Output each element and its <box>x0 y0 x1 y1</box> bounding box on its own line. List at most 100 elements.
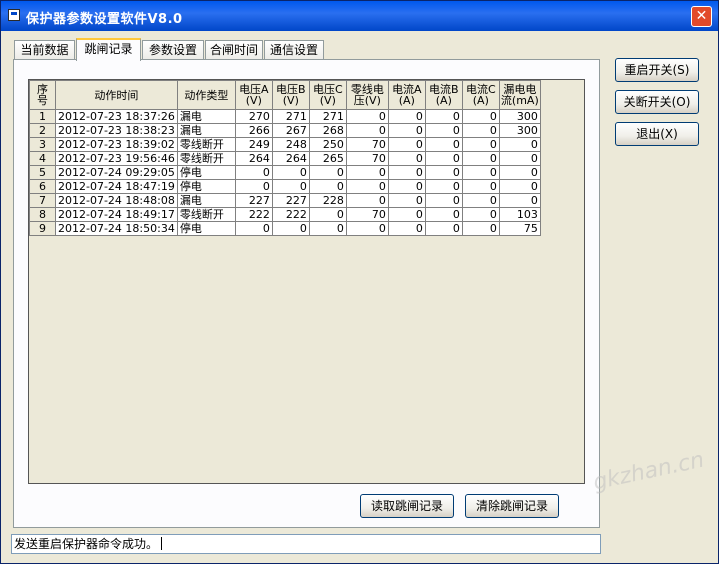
action-type-cell[interactable]: 零线断开 <box>176 137 236 152</box>
table-row[interactable]: 5 2012-07-24 09:29:05 停电 0 0 0 0 0 0 0 0 <box>29 165 541 180</box>
value-cell[interactable]: 0 <box>234 221 273 236</box>
value-cell[interactable]: 0 <box>424 151 463 166</box>
title-bar[interactable]: 保护器参数设置软件V8.0 ✕ <box>1 1 718 31</box>
value-cell[interactable]: 0 <box>387 151 426 166</box>
action-time-cell[interactable]: 2012-07-23 18:37:26 <box>55 109 178 124</box>
table-row[interactable]: 8 2012-07-24 18:49:17 零线断开 222 222 0 70 0 0 0 103 <box>29 207 541 222</box>
value-cell[interactable]: 0 <box>345 165 389 180</box>
value-cell[interactable]: 0 <box>387 137 426 152</box>
value-cell[interactable]: 0 <box>461 221 500 236</box>
table-row[interactable]: 6 2012-07-24 18:47:19 停电 0 0 0 0 0 0 0 0 <box>29 179 541 194</box>
action-type-cell[interactable]: 停电 <box>176 165 236 180</box>
action-time-cell[interactable]: 2012-07-23 18:39:02 <box>55 137 178 152</box>
value-cell[interactable]: 300 <box>498 123 541 138</box>
row-index-cell[interactable]: 3 <box>29 137 56 152</box>
value-cell[interactable]: 0 <box>498 165 541 180</box>
value-cell[interactable]: 0 <box>387 123 426 138</box>
table-row[interactable]: 3 2012-07-23 18:39:02 零线断开 249 248 250 70 0 0 0 0 <box>29 137 541 152</box>
value-cell[interactable]: 0 <box>345 221 389 236</box>
col-header-action-type[interactable]: 动作类型 <box>176 80 236 110</box>
value-cell[interactable]: 248 <box>271 137 310 152</box>
col-header-leakage-current[interactable]: 漏电电 流(mA) <box>498 80 541 110</box>
action-type-cell[interactable]: 漏电 <box>176 193 236 208</box>
action-type-cell[interactable]: 停电 <box>176 179 236 194</box>
value-cell[interactable]: 0 <box>498 179 541 194</box>
value-cell[interactable]: 0 <box>498 151 541 166</box>
action-type-cell[interactable]: 停电 <box>176 221 236 236</box>
table-row[interactable]: 2 2012-07-23 18:38:23 漏电 266 267 268 0 0 0 0 300 <box>29 123 541 138</box>
value-cell[interactable]: 0 <box>271 221 310 236</box>
value-cell[interactable]: 0 <box>424 165 463 180</box>
row-index-cell[interactable]: 5 <box>29 165 56 180</box>
clear-trip-records-button[interactable]: 清除跳闸记录 <box>465 494 559 518</box>
col-header-index[interactable]: 序号 <box>29 80 56 110</box>
value-cell[interactable]: 300 <box>498 109 541 124</box>
value-cell[interactable]: 103 <box>498 207 541 222</box>
value-cell[interactable]: 0 <box>271 165 310 180</box>
action-type-cell[interactable]: 零线断开 <box>176 207 236 222</box>
value-cell[interactable]: 0 <box>308 221 347 236</box>
action-time-cell[interactable]: 2012-07-24 18:47:19 <box>55 179 178 194</box>
action-time-cell[interactable]: 2012-07-24 18:49:17 <box>55 207 178 222</box>
value-cell[interactable]: 0 <box>424 207 463 222</box>
value-cell[interactable]: 0 <box>387 193 426 208</box>
value-cell[interactable]: 0 <box>308 165 347 180</box>
row-index-cell[interactable]: 2 <box>29 123 56 138</box>
exit-button[interactable]: 退出(X) <box>615 122 699 146</box>
action-time-cell[interactable]: 2012-07-23 18:38:23 <box>55 123 178 138</box>
table-row[interactable]: 7 2012-07-24 18:48:08 漏电 227 227 228 0 0 0 0 0 <box>29 193 541 208</box>
row-index-cell[interactable]: 4 <box>29 151 56 166</box>
action-type-cell[interactable]: 零线断开 <box>176 151 236 166</box>
value-cell[interactable]: 0 <box>234 179 273 194</box>
value-cell[interactable]: 227 <box>271 193 310 208</box>
value-cell[interactable]: 75 <box>498 221 541 236</box>
action-time-cell[interactable]: 2012-07-24 09:29:05 <box>55 165 178 180</box>
table-row[interactable]: 4 2012-07-23 19:56:46 零线断开 264 264 265 70 0 0 0 0 <box>29 151 541 166</box>
value-cell[interactable]: 0 <box>424 123 463 138</box>
value-cell[interactable]: 0 <box>308 207 347 222</box>
col-header-current-a[interactable]: 电流A (A) <box>387 80 426 110</box>
restart-switch-button[interactable]: 重启开关(S) <box>615 58 699 82</box>
value-cell[interactable]: 270 <box>234 109 273 124</box>
col-header-current-c[interactable]: 电流C (A) <box>461 80 500 110</box>
col-header-voltage-a[interactable]: 电压A (V) <box>234 80 273 110</box>
col-header-current-b[interactable]: 电流B (A) <box>424 80 463 110</box>
value-cell[interactable]: 0 <box>461 151 500 166</box>
value-cell[interactable]: 0 <box>424 193 463 208</box>
value-cell[interactable]: 0 <box>461 137 500 152</box>
value-cell[interactable]: 0 <box>387 179 426 194</box>
col-header-neutral-voltage[interactable]: 零线电 压(V) <box>345 80 389 110</box>
value-cell[interactable]: 0 <box>345 123 389 138</box>
value-cell[interactable]: 264 <box>271 151 310 166</box>
value-cell[interactable]: 271 <box>271 109 310 124</box>
col-header-voltage-b[interactable]: 电压B (V) <box>271 80 310 110</box>
value-cell[interactable]: 0 <box>424 137 463 152</box>
action-time-cell[interactable]: 2012-07-23 19:56:46 <box>55 151 178 166</box>
action-type-cell[interactable]: 漏电 <box>176 123 236 138</box>
read-trip-records-button[interactable]: 读取跳闸记录 <box>360 494 454 518</box>
value-cell[interactable]: 271 <box>308 109 347 124</box>
value-cell[interactable]: 0 <box>461 207 500 222</box>
value-cell[interactable]: 0 <box>461 179 500 194</box>
tab-communication-settings[interactable]: 通信设置 <box>264 40 324 60</box>
value-cell[interactable]: 222 <box>234 207 273 222</box>
status-bar[interactable]: 发送重启保护器命令成功。 <box>11 534 601 554</box>
value-cell[interactable]: 267 <box>271 123 310 138</box>
value-cell[interactable]: 0 <box>387 165 426 180</box>
value-cell[interactable]: 265 <box>308 151 347 166</box>
value-cell[interactable]: 0 <box>424 109 463 124</box>
value-cell[interactable]: 0 <box>424 179 463 194</box>
row-index-cell[interactable]: 6 <box>29 179 56 194</box>
col-header-voltage-c[interactable]: 电压C (V) <box>308 80 347 110</box>
col-header-action-time[interactable]: 动作时间 <box>55 80 178 110</box>
tab-current-data[interactable]: 当前数据 <box>14 40 75 60</box>
value-cell[interactable]: 0 <box>461 165 500 180</box>
value-cell[interactable]: 0 <box>461 193 500 208</box>
value-cell[interactable]: 0 <box>308 179 347 194</box>
value-cell[interactable]: 268 <box>308 123 347 138</box>
value-cell[interactable]: 0 <box>498 137 541 152</box>
value-cell[interactable]: 0 <box>461 109 500 124</box>
value-cell[interactable]: 70 <box>345 151 389 166</box>
value-cell[interactable]: 0 <box>387 221 426 236</box>
value-cell[interactable]: 266 <box>234 123 273 138</box>
